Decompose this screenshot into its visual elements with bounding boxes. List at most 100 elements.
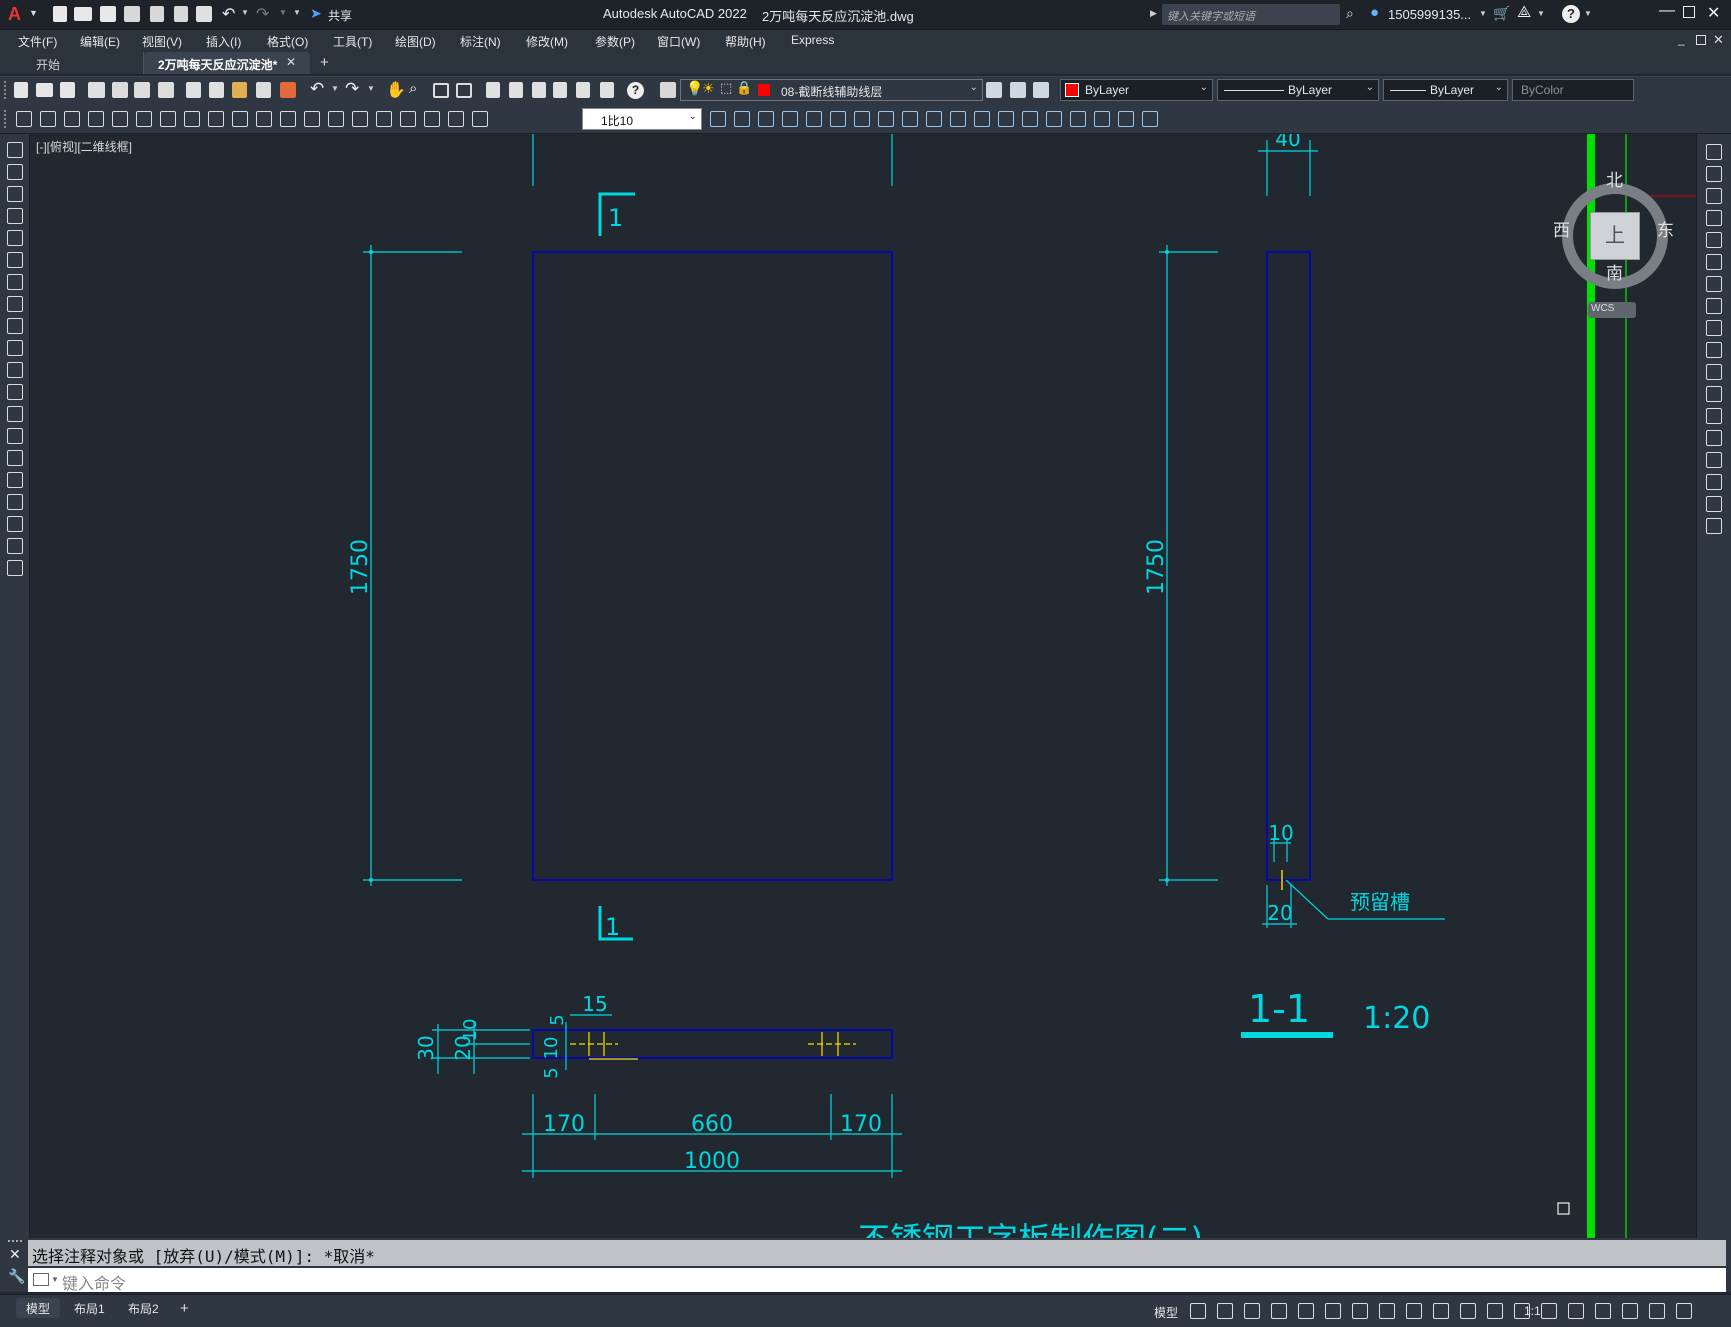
autodesk-app-icon[interactable]: ⟁ bbox=[1517, 4, 1531, 22]
customize-qat-icon[interactable]: ▼ bbox=[293, 8, 301, 17]
quickcalc-icon[interactable] bbox=[600, 82, 614, 98]
annotation-scale-dropdown[interactable]: 1比10 ⌄ bbox=[582, 108, 702, 130]
make-block-icon[interactable] bbox=[7, 406, 23, 422]
plotstyle-dropdown[interactable]: ByColor bbox=[1512, 79, 1634, 101]
stretch-icon[interactable] bbox=[1706, 320, 1722, 336]
dim-space-icon[interactable] bbox=[280, 111, 296, 127]
user-dropdown-icon[interactable]: ▼ bbox=[1479, 9, 1487, 18]
selection-cycling-icon[interactable] bbox=[1433, 1303, 1449, 1319]
draworder-front-icon[interactable] bbox=[710, 111, 726, 127]
polar-icon[interactable] bbox=[1271, 1303, 1287, 1319]
dim-diameter-icon[interactable] bbox=[160, 111, 176, 127]
quick-dim-icon[interactable] bbox=[208, 111, 224, 127]
dim-arc-icon[interactable] bbox=[64, 111, 80, 127]
zoom-previous-icon[interactable] bbox=[456, 83, 472, 98]
qnew-icon[interactable] bbox=[14, 82, 28, 98]
model-space-button[interactable]: 模型 bbox=[1154, 1304, 1178, 1321]
dim-baseline-icon[interactable] bbox=[232, 111, 248, 127]
3d-torus-icon[interactable] bbox=[1070, 111, 1086, 127]
tolerance-icon[interactable] bbox=[328, 111, 344, 127]
polygon-icon[interactable] bbox=[7, 208, 23, 224]
publish-icon[interactable] bbox=[134, 82, 150, 98]
doc-close-icon[interactable]: ✕ bbox=[1713, 32, 1724, 48]
maximize-icon[interactable] bbox=[1683, 6, 1695, 18]
3d-extrude-icon[interactable] bbox=[1118, 111, 1134, 127]
close-window-icon[interactable]: ✕ bbox=[1707, 3, 1720, 23]
dim-text-edit-icon[interactable] bbox=[448, 111, 464, 127]
save-icon[interactable] bbox=[100, 6, 116, 22]
ellipse-icon[interactable] bbox=[7, 340, 23, 356]
blend-curves-icon[interactable] bbox=[1706, 496, 1722, 512]
snap-icon[interactable] bbox=[1217, 1303, 1233, 1319]
menu-file[interactable]: 文件(F) bbox=[18, 33, 57, 50]
menu-modify[interactable]: 修改(M) bbox=[526, 33, 568, 50]
dim-angular-icon[interactable] bbox=[184, 111, 200, 127]
offset-icon[interactable] bbox=[1706, 210, 1722, 226]
hatch-icon[interactable] bbox=[7, 450, 23, 466]
arc-icon[interactable] bbox=[7, 252, 23, 268]
construction-line-icon[interactable] bbox=[7, 164, 23, 180]
break-at-point-icon[interactable] bbox=[1706, 386, 1722, 402]
linetype-dropdown[interactable]: ByLayer ⌄ bbox=[1217, 79, 1379, 101]
undo-dropdown-icon[interactable]: ▼ bbox=[241, 8, 249, 17]
properties-icon[interactable] bbox=[486, 82, 500, 98]
ortho-icon[interactable] bbox=[1244, 1303, 1260, 1319]
recent-commands-arrow-icon[interactable]: ▼ bbox=[51, 1275, 59, 1284]
scale-icon[interactable] bbox=[1706, 298, 1722, 314]
region-icon[interactable] bbox=[7, 494, 23, 510]
revision-cloud-icon[interactable] bbox=[7, 296, 23, 312]
3d-print-icon[interactable] bbox=[158, 82, 174, 98]
help-dropdown-icon[interactable]: ▼ bbox=[1584, 9, 1592, 18]
doc-restore-icon[interactable] bbox=[1696, 35, 1706, 45]
dim-break-icon[interactable] bbox=[304, 111, 320, 127]
recent-commands-icon[interactable] bbox=[33, 1273, 49, 1286]
search-expand-icon[interactable]: ▶ bbox=[1150, 8, 1157, 19]
mirror-icon[interactable] bbox=[1706, 188, 1722, 204]
customize-icon[interactable] bbox=[1676, 1303, 1692, 1319]
wcs-menu[interactable]: WCS bbox=[1588, 302, 1636, 318]
dim-continue-icon[interactable] bbox=[256, 111, 272, 127]
circle-icon[interactable] bbox=[7, 274, 23, 290]
paste-icon[interactable] bbox=[232, 82, 247, 98]
dim-ordinate-icon[interactable] bbox=[88, 111, 104, 127]
transparency-icon[interactable] bbox=[1406, 1303, 1422, 1319]
new-tab-button[interactable]: + bbox=[320, 54, 329, 71]
join-icon[interactable] bbox=[1706, 430, 1722, 446]
menu-window[interactable]: 窗口(W) bbox=[657, 33, 700, 50]
viewcube-face-top[interactable]: 上 bbox=[1590, 212, 1640, 260]
drawing-canvas[interactable]: [-][俯视][二维线框] 1750 1 1 1750 40 10 预留槽 20… bbox=[30, 134, 1696, 1238]
object-snap-icon[interactable] bbox=[1352, 1303, 1368, 1319]
draworder-below-icon[interactable] bbox=[782, 111, 798, 127]
layer-dropdown[interactable]: 08-截断线辅助线层 ⌄ bbox=[680, 79, 983, 101]
menu-dimension[interactable]: 标注(N) bbox=[460, 33, 501, 50]
copy-icon[interactable] bbox=[209, 82, 224, 98]
cmdline-customize-icon[interactable]: 🔧 bbox=[8, 1268, 25, 1285]
print-preview-icon[interactable] bbox=[112, 82, 128, 98]
autocad-logo[interactable]: A bbox=[8, 4, 28, 24]
menu-parametric[interactable]: 参数(P) bbox=[595, 33, 635, 50]
redo-tb-icon[interactable]: ↷ bbox=[345, 79, 359, 99]
rectangle-icon[interactable] bbox=[7, 230, 23, 246]
chamfer-icon[interactable] bbox=[1706, 452, 1722, 468]
extend-icon[interactable] bbox=[1706, 364, 1722, 380]
tool-palettes-icon[interactable] bbox=[532, 82, 546, 98]
dim-edit-icon[interactable] bbox=[424, 111, 440, 127]
ellipse-arc-icon[interactable] bbox=[7, 362, 23, 378]
3d-wedge-icon[interactable] bbox=[998, 111, 1014, 127]
layer-previous-icon[interactable] bbox=[1010, 82, 1026, 98]
layer-properties-icon[interactable] bbox=[660, 82, 676, 98]
polyline-icon[interactable] bbox=[7, 186, 23, 202]
object-snap-tracking-icon[interactable] bbox=[1325, 1303, 1341, 1319]
save-tb-icon[interactable] bbox=[60, 82, 75, 98]
app-menu-caret-icon[interactable]: ▼ bbox=[29, 8, 38, 18]
doc-minimize-icon[interactable]: _ bbox=[1678, 32, 1685, 46]
open-icon[interactable] bbox=[36, 83, 53, 97]
inspection-icon[interactable] bbox=[376, 111, 392, 127]
menu-view[interactable]: 视图(V) bbox=[142, 33, 182, 50]
pan-icon[interactable]: ✋ bbox=[386, 80, 406, 100]
point-icon[interactable] bbox=[7, 428, 23, 444]
grid-icon[interactable] bbox=[1190, 1303, 1206, 1319]
bring-leaders-front-icon[interactable] bbox=[902, 111, 918, 127]
menu-insert[interactable]: 插入(I) bbox=[206, 33, 241, 50]
match-properties-icon[interactable] bbox=[256, 82, 271, 98]
